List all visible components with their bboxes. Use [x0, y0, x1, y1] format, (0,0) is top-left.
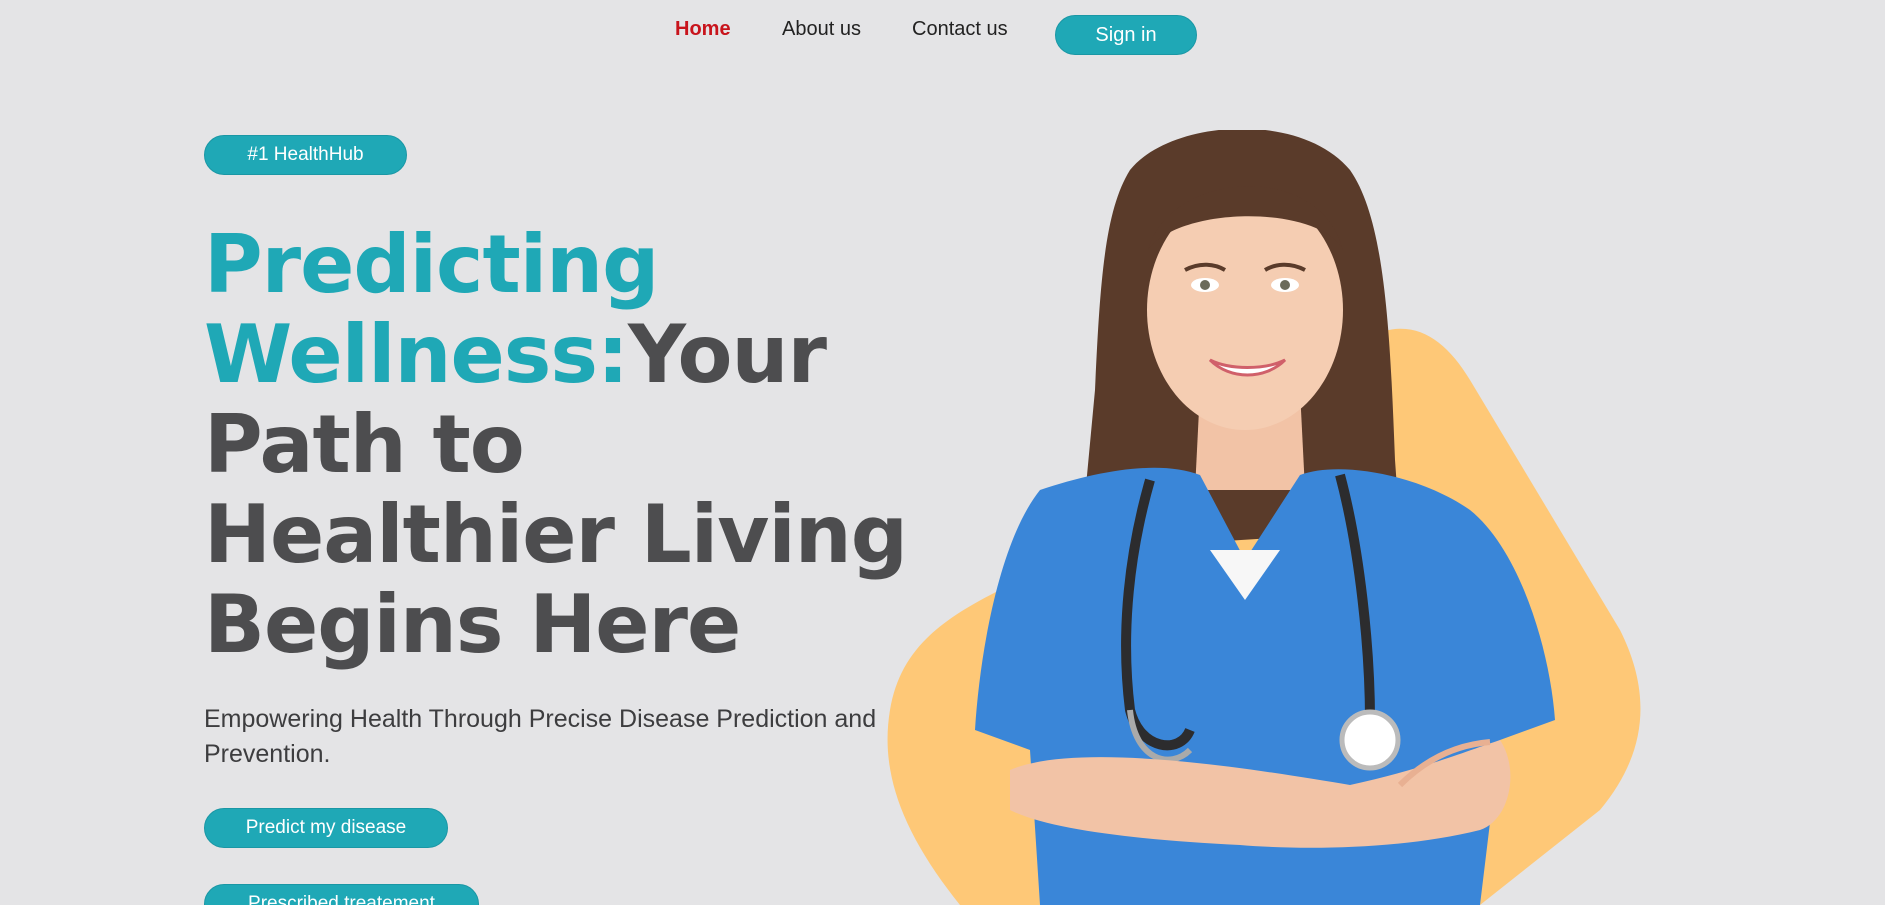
- nav-link-contact[interactable]: Contact us: [912, 18, 1008, 41]
- nav-link-about[interactable]: About us: [782, 18, 861, 41]
- predict-disease-button[interactable]: Predict my disease: [204, 808, 448, 848]
- healthhub-badge: #1 HealthHub: [204, 135, 407, 175]
- hero-subtext: Empowering Health Through Precise Diseas…: [204, 705, 877, 768]
- headline-accent: Predicting Wellness:: [204, 218, 659, 401]
- nav-link-home[interactable]: Home: [675, 18, 731, 41]
- sign-in-button[interactable]: Sign in: [1055, 15, 1197, 55]
- top-nav: Home About us Contact us Sign in: [0, 0, 1885, 70]
- prescribed-treatment-button[interactable]: Prescribed treatement: [204, 884, 479, 905]
- doctor-hero-image: [887, 130, 1641, 905]
- page: Home About us Contact us Sign in #1 Heal…: [0, 0, 1885, 905]
- hero-headline: Predicting Wellness:Your Path to Healthi…: [204, 220, 944, 670]
